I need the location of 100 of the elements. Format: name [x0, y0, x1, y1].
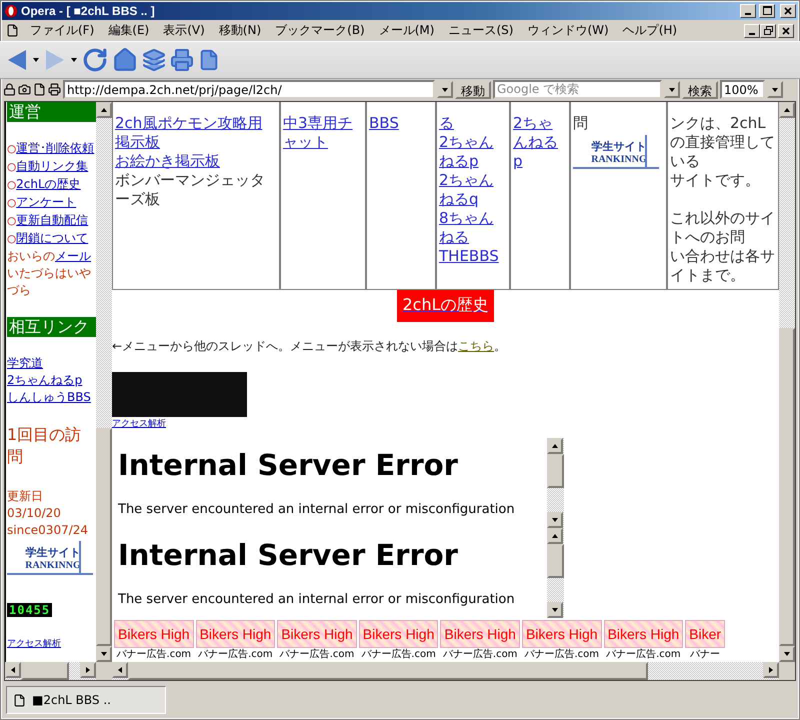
up-arrow-icon: [551, 532, 559, 540]
address-field[interactable]: http://dempa.2ch.net/prj/page/l2ch/: [63, 80, 435, 100]
nav-link[interactable]: しんしゅうBBS: [7, 388, 96, 406]
scroll-down-button[interactable]: [547, 512, 563, 528]
close-icon: [784, 6, 792, 15]
zoom-field[interactable]: 100%: [720, 80, 765, 100]
menu-item[interactable]: 編集(E): [101, 20, 156, 42]
scroll-up-button[interactable]: [779, 102, 795, 118]
board-link[interactable]: 8ちゃんねる: [439, 208, 507, 247]
nav-link[interactable]: 自動リンク集: [16, 158, 88, 173]
access-analysis-link[interactable]: アクセス解析: [112, 416, 166, 430]
bullet-link-item[interactable]: ○2chLの歴史: [7, 176, 96, 194]
zoom-dropdown[interactable]: [767, 81, 783, 98]
go-button[interactable]: 移動: [455, 80, 491, 99]
page-icon: [198, 49, 220, 72]
menu-item[interactable]: 移動(N): [212, 20, 268, 42]
search-dropdown[interactable]: [664, 81, 680, 98]
restore-icon: [764, 26, 772, 36]
scroll-down-button[interactable]: [547, 602, 563, 618]
scroll-down-button[interactable]: [779, 646, 795, 662]
scroll-up-button[interactable]: [96, 102, 112, 118]
board-link[interactable]: お絵かき掲示板: [115, 152, 277, 171]
down-arrow-icon: [100, 650, 108, 658]
error-heading: Internal Server Error: [118, 538, 459, 572]
search-field[interactable]: Google で検索: [493, 80, 662, 100]
maximize-icon: [762, 6, 772, 16]
history-dropdown[interactable]: [70, 56, 78, 64]
nav-link[interactable]: 運営･削除依頼: [16, 140, 94, 155]
caret-icon: [32, 56, 40, 64]
scroll-up-button[interactable]: [547, 528, 563, 544]
scrollbar-thumb[interactable]: [21, 662, 69, 680]
scroll-up-button[interactable]: [547, 438, 563, 454]
close-button[interactable]: [778, 24, 794, 38]
board-link[interactable]: 2ch風ポケモン攻略用掲示板: [115, 114, 277, 152]
bullet-link-item[interactable]: ○閉鎖について: [7, 230, 96, 248]
address-dropdown[interactable]: [437, 81, 453, 98]
menu-item[interactable]: ブックマーク(B): [268, 20, 372, 42]
scroll-right-button[interactable]: [763, 662, 779, 678]
mail-link[interactable]: メール: [55, 248, 91, 263]
caret-icon: [771, 86, 779, 94]
bullet-link-item[interactable]: ○自動リンク集: [7, 158, 96, 176]
menu-item[interactable]: ヘルプ(H): [616, 20, 684, 42]
bullet-link-item[interactable]: ○運営･削除依頼: [7, 140, 96, 158]
nav-link[interactable]: 学究道: [7, 354, 96, 372]
board-link[interactable]: 2ちゃんねるp: [513, 114, 567, 171]
scroll-left-button[interactable]: [112, 662, 128, 678]
ranking-banner[interactable]: 学生サイト RANKINNG: [7, 540, 93, 575]
print-icon[interactable]: [48, 83, 61, 96]
nav-link[interactable]: アンケート: [16, 194, 76, 209]
history-link[interactable]: 2chLの歴史: [397, 290, 494, 322]
search-button[interactable]: 検索: [682, 80, 718, 99]
nav-link[interactable]: 2ちゃんねるp: [7, 372, 96, 389]
cell-text: 問: [573, 114, 589, 133]
hit-counter: 10455: [7, 602, 52, 617]
nav-link[interactable]: 2chLの歴史: [16, 176, 81, 191]
camera-icon[interactable]: [18, 83, 31, 96]
board-link[interactable]: 2ちゃんねるp: [439, 132, 507, 171]
new-page-button[interactable]: [198, 49, 220, 72]
nav-link[interactable]: 閉鎖について: [16, 230, 88, 245]
scrollbar-thumb[interactable]: [128, 662, 648, 680]
scroll-right-button[interactable]: [80, 662, 96, 678]
home-button[interactable]: [112, 47, 138, 74]
menu-item[interactable]: ファイル(F): [23, 20, 102, 42]
lock-icon[interactable]: [3, 83, 16, 96]
scrollbar-thumb[interactable]: [96, 428, 112, 646]
scroll-left-button[interactable]: [5, 662, 21, 678]
scrollbar-thumb[interactable]: [547, 454, 564, 488]
menu-item[interactable]: ウィンドウ(W): [520, 20, 616, 42]
history-dropdown[interactable]: [32, 56, 40, 64]
minimize-button[interactable]: [740, 4, 756, 18]
scroll-down-button[interactable]: [96, 646, 112, 662]
maximize-button[interactable]: [759, 4, 775, 18]
scrollbar-thumb[interactable]: [547, 544, 564, 578]
reload-button[interactable]: [82, 47, 108, 74]
menu-item[interactable]: メール(M): [372, 20, 442, 42]
page-icon: [13, 694, 26, 707]
ranking-banner[interactable]: 学生サイト RANKINNG: [573, 134, 659, 169]
nav-link[interactable]: 更新自動配信: [16, 212, 88, 227]
print-button[interactable]: [170, 48, 194, 72]
board-link[interactable]: る: [439, 114, 507, 133]
minimize-button[interactable]: [744, 24, 760, 38]
access-analysis-link[interactable]: アクセス解析: [7, 636, 96, 650]
board-link[interactable]: 2ちゃんねるq: [439, 170, 507, 209]
cell-text: い合わせは各サイトまで。: [670, 246, 776, 285]
up-arrow-icon: [551, 442, 559, 450]
board-link[interactable]: 中3専用チャット: [283, 114, 363, 152]
board-link[interactable]: THEBBS: [439, 246, 507, 266]
here-link[interactable]: こちら: [458, 338, 494, 353]
bullet-link-item[interactable]: ○アンケート: [7, 194, 96, 212]
banner-caption: バナー広告.com: [442, 648, 518, 661]
scrollbar-thumb[interactable]: [779, 328, 795, 646]
board-link[interactable]: BBS: [369, 114, 433, 133]
close-button[interactable]: [780, 4, 796, 18]
hotlist-button[interactable]: [142, 48, 166, 72]
page-tab[interactable]: ■2chL BBS ..: [6, 686, 166, 714]
menu-item[interactable]: 表示(V): [156, 20, 212, 42]
restore-button[interactable]: [760, 24, 776, 38]
page-icon[interactable]: [33, 83, 46, 96]
bullet-link-item[interactable]: ○更新自動配信: [7, 212, 96, 230]
menu-item[interactable]: ニュース(S): [441, 20, 520, 42]
